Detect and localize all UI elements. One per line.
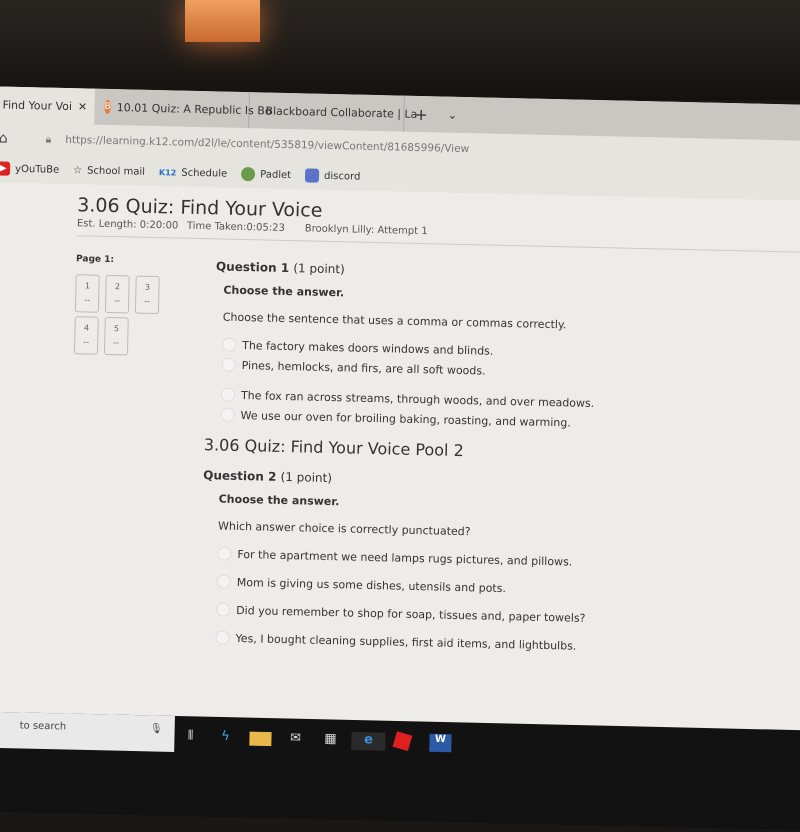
bookmark-school-mail[interactable]: ☆School mail: [73, 165, 145, 178]
answer-option[interactable]: We use our oven for broiling baking, roa…: [220, 408, 632, 431]
attempt-info: Brooklyn Lilly: Attempt 1: [305, 223, 428, 237]
new-tab-button[interactable]: +: [404, 96, 438, 133]
quiz-header: 3.06 Quiz: Find Your Voice Est. Length: …: [77, 194, 800, 253]
discord-icon: [305, 168, 319, 182]
mail-icon[interactable]: ✉: [284, 730, 306, 748]
radio-button[interactable]: [217, 547, 231, 561]
url-field[interactable]: https://learning.k12.com/d2l/le/content/…: [65, 134, 469, 155]
bookmark-padlet[interactable]: Padlet: [241, 167, 291, 182]
youtube-icon: ▶: [0, 161, 10, 175]
task-view-icon[interactable]: ⫴: [179, 728, 201, 746]
lock-icon: 🔒︎: [46, 133, 52, 146]
radio-button[interactable]: [217, 575, 231, 589]
tab-label: z: Find Your Voi: [0, 98, 72, 113]
room-background: [0, 0, 800, 100]
bookmark-youtube[interactable]: ▶yOuTuBe: [0, 161, 59, 176]
question-prompt: Which answer choice is correctly punctua…: [218, 520, 630, 542]
time-taken: Time Taken:0:05:23: [187, 221, 305, 235]
microphone-icon[interactable]: 🎙︎: [150, 723, 163, 734]
quiz-page: 3.06 Quiz: Find Your Voice Est. Length: …: [0, 182, 800, 795]
tab-blackboard[interactable]: Blackboard Collaborate | La: [249, 92, 405, 132]
instruction: Choose the answer.: [219, 493, 631, 515]
radio-button[interactable]: [222, 338, 236, 352]
est-length: Est. Length: 0:20:00: [77, 218, 187, 231]
radio-button[interactable]: [221, 388, 235, 402]
radio-button[interactable]: [222, 358, 236, 372]
answer-option[interactable]: Pines, hemlocks, and firs, are all soft …: [222, 358, 634, 381]
question-nav-4[interactable]: 4--: [74, 316, 99, 355]
word-icon[interactable]: W: [429, 734, 451, 752]
instruction: Choose the answer.: [223, 284, 635, 306]
star-icon: ☆: [73, 165, 82, 176]
radio-button[interactable]: [220, 408, 234, 422]
question-nav-3[interactable]: 3--: [135, 276, 160, 315]
radio-button[interactable]: [215, 630, 229, 644]
answer-option[interactable]: Mom is giving us some dishes, utensils a…: [217, 575, 629, 598]
home-icon[interactable]: ⌂: [0, 130, 8, 146]
taskbar: to search🎙︎ ⫴ ϟ ✉ ▦ e W: [0, 712, 800, 832]
pool-title: 3.06 Quiz: Find Your Voice Pool 2: [204, 435, 632, 464]
answer-option[interactable]: Yes, I bought cleaning supplies, first a…: [215, 630, 627, 653]
page-label: Page 1:: [76, 254, 114, 265]
question-navigator: Page 1: 1-- 2-- 3-- 4-- 5--: [74, 254, 162, 356]
monitor-screen: z: Find Your Voi ✕ B10.01 Quiz: A Republi…: [0, 86, 800, 795]
taskbar-search[interactable]: to search🎙︎: [0, 712, 175, 752]
app-lightning-icon[interactable]: ϟ: [214, 729, 236, 747]
radio-button[interactable]: [216, 602, 230, 616]
bookmark-discord[interactable]: discord: [305, 168, 361, 183]
padlet-icon: [241, 167, 255, 181]
question-nav-1[interactable]: 1--: [75, 274, 100, 313]
answer-option[interactable]: For the apartment we need lamps rugs pic…: [217, 547, 629, 570]
k12-logo-icon: K12: [159, 168, 177, 177]
tab-menu-chevron-icon[interactable]: ⌄: [437, 96, 467, 133]
answer-option[interactable]: The fox ran across streams, through wood…: [221, 388, 633, 411]
close-icon[interactable]: ✕: [78, 100, 88, 113]
tab-label: Blackboard Collaborate | La: [265, 104, 417, 120]
question-nav-5[interactable]: 5--: [104, 317, 129, 356]
question-nav-2[interactable]: 2--: [105, 275, 130, 314]
roblox-icon[interactable]: [393, 731, 413, 751]
store-icon[interactable]: ▦: [319, 731, 341, 749]
bookmark-schedule[interactable]: K12Schedule: [159, 167, 228, 180]
answer-option[interactable]: The factory makes doors windows and blin…: [222, 338, 634, 361]
question-2-title: Question 2 (1 point): [203, 468, 631, 492]
lamp: [185, 0, 260, 42]
edge-icon[interactable]: e: [351, 732, 385, 751]
question-1-title: Question 1 (1 point): [216, 259, 636, 283]
questions: Question 1 (1 point) Choose the answer. …: [207, 259, 636, 659]
question-prompt: Choose the sentence that uses a comma or…: [223, 311, 635, 333]
file-explorer-icon[interactable]: [249, 732, 271, 746]
tab-republic[interactable]: B10.01 Quiz: A Republic Is Bo: [94, 89, 250, 129]
k12-icon: B: [104, 100, 111, 114]
tab-quiz[interactable]: z: Find Your Voi ✕: [0, 86, 95, 125]
answer-option[interactable]: Did you remember to shop for soap, tissu…: [216, 602, 628, 625]
